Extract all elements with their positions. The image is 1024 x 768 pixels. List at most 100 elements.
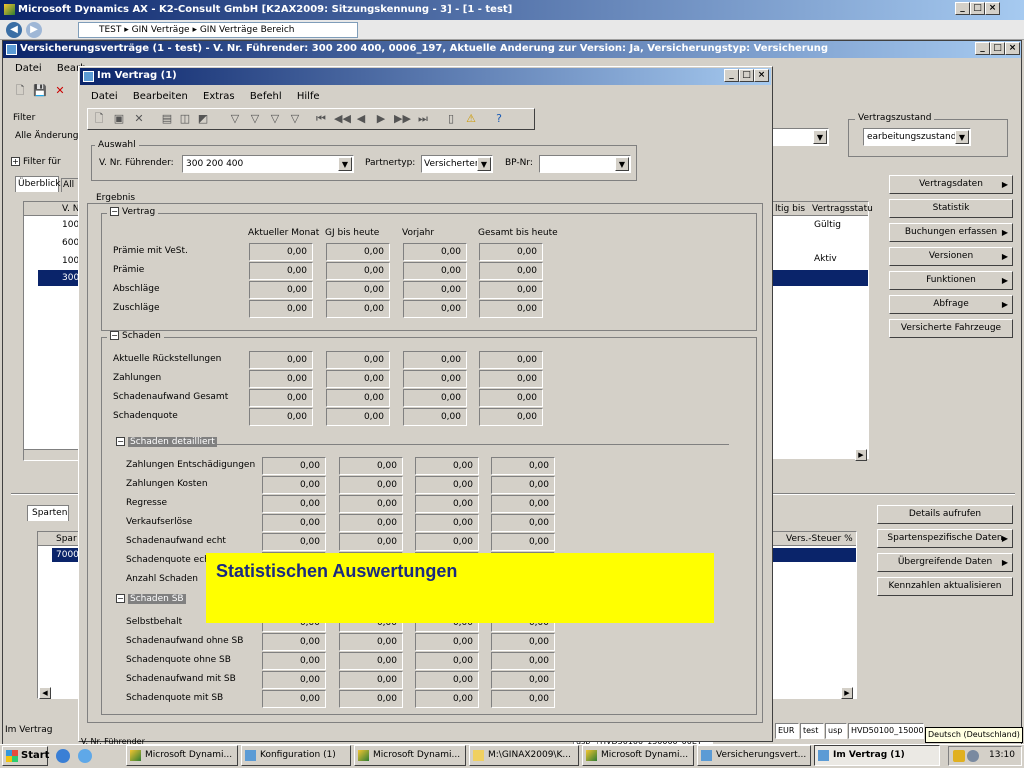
value-field[interactable]: 0,00 — [403, 389, 467, 407]
prev-record-icon[interactable]: ◀ — [354, 112, 368, 126]
dialog-maximize-button[interactable]: □ — [739, 69, 754, 82]
versionen-label[interactable]: Versionen — [929, 251, 973, 261]
contracts-close-button[interactable]: × — [1005, 42, 1020, 55]
vers-scroll-right[interactable]: ▶ — [841, 687, 853, 699]
value-field[interactable]: 0,00 — [403, 408, 467, 426]
col-gueltig-bis[interactable]: ltig bis — [775, 204, 805, 214]
vertrag-group-title[interactable]: − Vertrag — [107, 207, 159, 217]
abfrage-button[interactable]: Abfrage ▶ — [889, 295, 1013, 314]
contracts-minimize-button[interactable]: _ — [975, 42, 990, 55]
value-field[interactable]: 0,00 — [249, 351, 313, 369]
vertragszustand-select[interactable]: earbeitungszustand ▼ — [863, 128, 971, 146]
value-field[interactable]: 0,00 — [403, 262, 467, 280]
value-field[interactable]: 0,00 — [262, 476, 326, 494]
dialog-menu-bearbeiten[interactable]: Bearbeiten — [133, 91, 188, 102]
task-label-6[interactable]: Versicherungsvert... — [716, 750, 806, 760]
grid-row-2[interactable]: 600 — [62, 238, 79, 248]
back-icon[interactable]: ◀ — [6, 22, 22, 38]
value-field[interactable]: 0,00 — [415, 514, 479, 532]
value-field[interactable]: 0,00 — [249, 370, 313, 388]
vz-arrow-icon[interactable]: ▼ — [955, 130, 969, 144]
bpnr-select[interactable]: ▼ — [539, 155, 631, 173]
delete-icon[interactable]: ✕ — [132, 112, 146, 126]
partnertyp-select[interactable]: Versicherter ▼ — [421, 155, 493, 173]
grid-hscroll[interactable] — [23, 449, 83, 461]
value-field[interactable]: 0,00 — [491, 652, 555, 670]
value-field[interactable]: 0,00 — [249, 408, 313, 426]
sb-group-title[interactable]: − Schaden SB — [113, 594, 189, 604]
value-field[interactable]: 0,00 — [262, 533, 326, 551]
value-field[interactable]: 0,00 — [415, 457, 479, 475]
help-icon[interactable]: ? — [492, 112, 506, 126]
detail-label[interactable]: Schaden detailliert — [128, 437, 217, 447]
refresh-icon[interactable]: ◩ — [196, 112, 210, 126]
task-label-4[interactable]: M:\GINAX2009\K... — [488, 750, 571, 760]
col-vertragsstatus[interactable]: Vertragsstatu — [812, 204, 873, 214]
value-field[interactable]: 0,00 — [479, 370, 543, 388]
new-icon[interactable]: 🗋 — [13, 84, 27, 98]
start-label[interactable]: Start — [21, 750, 49, 761]
value-field[interactable]: 0,00 — [326, 351, 390, 369]
vers-row-selected[interactable] — [762, 548, 856, 562]
expand-icon[interactable]: + — [11, 157, 20, 166]
funktionen-label[interactable]: Funktionen — [926, 275, 976, 285]
fahrzeuge-label[interactable]: Versicherte Fahrzeuge — [901, 323, 1001, 333]
combo-arrow-icon[interactable]: ▼ — [813, 130, 827, 144]
filter-for-label[interactable]: Filter für — [23, 157, 61, 167]
value-field[interactable]: 0,00 — [415, 652, 479, 670]
save-icon[interactable]: 💾 — [33, 84, 47, 98]
uebergreifend-button[interactable]: Übergreifende Daten ▶ — [877, 553, 1013, 572]
save-icon[interactable]: ▣ — [112, 112, 126, 126]
task-label-2[interactable]: Konfiguration (1) — [260, 750, 336, 760]
filter-for[interactable]: + Filter für — [11, 157, 61, 167]
vnr-arrow-icon[interactable]: ▼ — [338, 157, 352, 171]
network-icon[interactable] — [967, 750, 979, 762]
bpnr-arrow-icon[interactable]: ▼ — [615, 157, 629, 171]
vnr-select[interactable]: 300 200 400 ▼ — [182, 155, 354, 173]
filter-value[interactable]: Alle Änderung — [15, 131, 79, 141]
abfrage-label[interactable]: Abfrage — [933, 299, 969, 309]
value-field[interactable]: 0,00 — [262, 633, 326, 651]
value-field[interactable]: 0,00 — [415, 476, 479, 494]
value-field[interactable]: 0,00 — [479, 408, 543, 426]
value-field[interactable]: 0,00 — [262, 514, 326, 532]
value-field[interactable]: 0,00 — [403, 300, 467, 318]
value-field[interactable]: 0,00 — [339, 633, 403, 651]
value-field[interactable]: 0,00 — [479, 389, 543, 407]
details-label[interactable]: Details aufrufen — [909, 509, 981, 519]
value-field[interactable]: 0,00 — [249, 281, 313, 299]
vertragszustand-value[interactable]: earbeitungszustand — [867, 132, 956, 142]
filter-icon[interactable]: ▽ — [228, 112, 242, 126]
col-vnr[interactable]: V. N — [62, 204, 79, 214]
value-field[interactable]: 0,00 — [491, 514, 555, 532]
value-field[interactable]: 0,00 — [403, 351, 467, 369]
quicklaunch-ie-icon[interactable] — [56, 749, 70, 763]
dialog-menu-datei[interactable]: Datei — [91, 91, 118, 102]
prev-page-icon[interactable]: ◀◀ — [334, 112, 351, 126]
value-field[interactable]: 0,00 — [326, 281, 390, 299]
value-field[interactable]: 0,00 — [339, 652, 403, 670]
remove-filter-icon[interactable]: ▽ — [288, 112, 302, 126]
value-field[interactable]: 0,00 — [249, 243, 313, 261]
next-page-icon[interactable]: ▶▶ — [394, 112, 411, 126]
value-field[interactable]: 0,00 — [403, 243, 467, 261]
task-folder[interactable]: M:\GINAX2009\K... — [469, 745, 579, 766]
status-row-selected[interactable] — [772, 270, 868, 286]
value-field[interactable]: 0,00 — [249, 300, 313, 318]
value-field[interactable]: 0,00 — [491, 495, 555, 513]
close-button[interactable]: × — [985, 2, 1000, 15]
partnertyp-value[interactable]: Versicherter — [424, 159, 479, 169]
document-icon[interactable]: ▯ — [444, 112, 458, 126]
task-versicherung[interactable]: Versicherungsvert... — [697, 745, 811, 766]
vertragsdaten-button[interactable]: Vertragsdaten ▶ — [889, 175, 1013, 194]
statistik-label[interactable]: Statistik — [933, 203, 970, 213]
value-field[interactable]: 0,00 — [491, 476, 555, 494]
value-field[interactable]: 0,00 — [339, 690, 403, 708]
quicklaunch-browser-icon[interactable] — [78, 749, 92, 763]
fahrzeuge-button[interactable]: Versicherte Fahrzeuge — [889, 319, 1013, 338]
value-field[interactable]: 0,00 — [339, 671, 403, 689]
value-field[interactable]: 0,00 — [339, 476, 403, 494]
value-field[interactable]: 0,00 — [415, 671, 479, 689]
task-dynamics-1[interactable]: Microsoft Dynami... — [126, 745, 238, 766]
overview-tab[interactable]: Überblick — [15, 176, 60, 192]
